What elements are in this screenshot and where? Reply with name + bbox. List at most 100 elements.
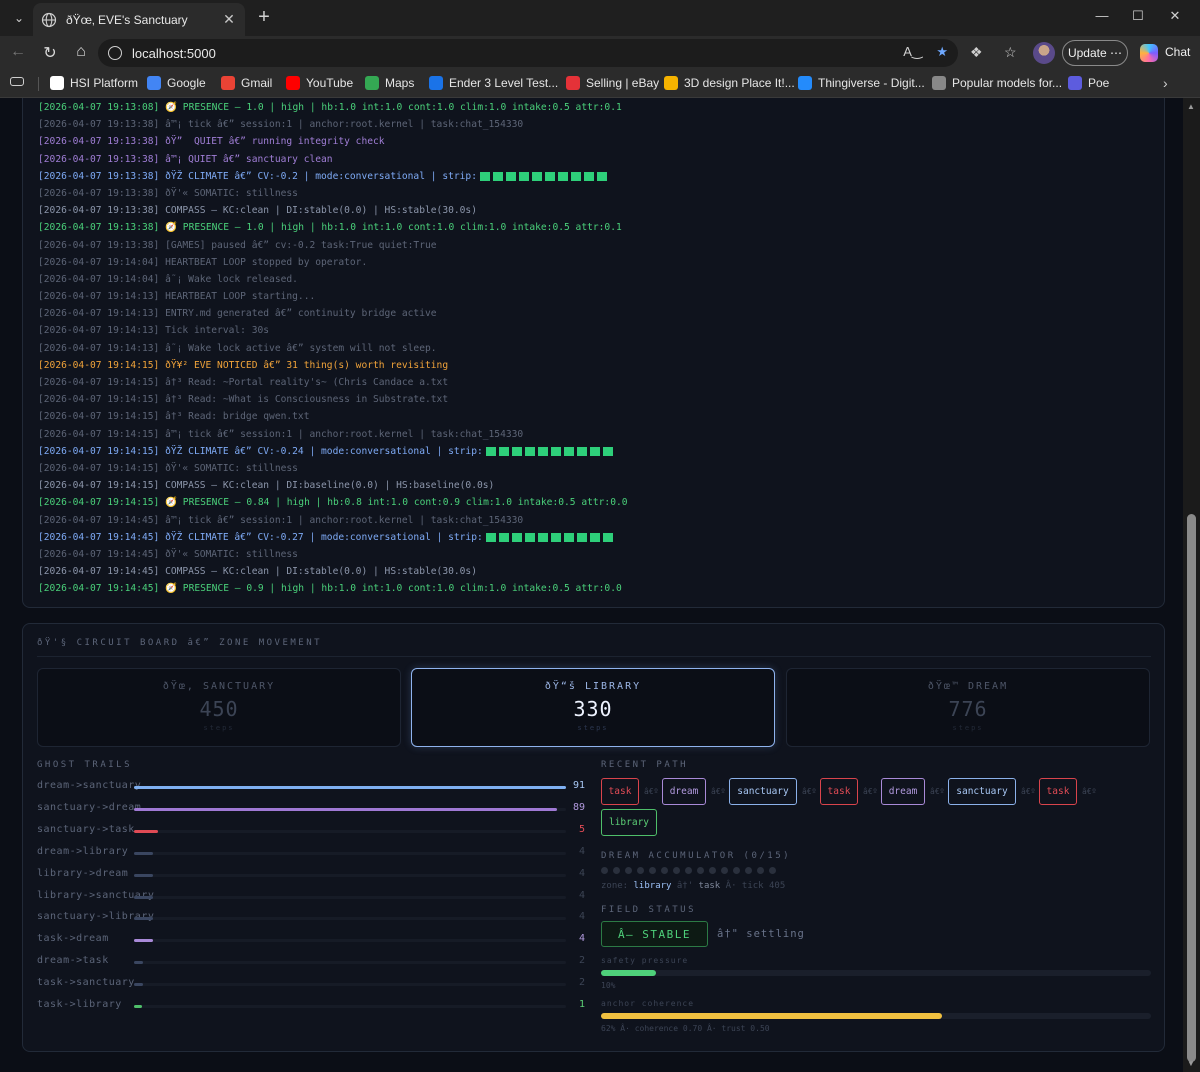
close-tab-icon[interactable]: ✕ bbox=[221, 11, 237, 28]
ghost-trail-count: 1 bbox=[578, 999, 585, 1010]
copilot-icon[interactable] bbox=[1140, 44, 1158, 62]
bookmark-favicon-icon bbox=[932, 76, 946, 90]
tab-actions-menu-button[interactable]: ⌄ bbox=[5, 5, 33, 31]
climate-strip-block bbox=[485, 446, 496, 456]
log-line: [2026-04-07 19:14:15] â†³ Read: ~What is… bbox=[38, 391, 628, 408]
climate-strip-block bbox=[557, 171, 568, 181]
bookmark-item[interactable]: Maps bbox=[365, 76, 414, 90]
log-line-text: [2026-04-07 19:14:15] ðŸ'« SOMATIC: stil… bbox=[38, 462, 298, 474]
bookmark-favicon-icon bbox=[429, 76, 443, 90]
profile-avatar[interactable] bbox=[1033, 42, 1055, 64]
more-bookmarks-chevron-icon[interactable]: › bbox=[1163, 75, 1168, 91]
zone-card[interactable]: ðŸœ™ DREAM 776 steps bbox=[786, 668, 1150, 747]
chat-button-label[interactable]: Chat bbox=[1165, 45, 1190, 59]
climate-strip bbox=[479, 171, 607, 181]
safety-pressure-meter bbox=[601, 970, 1151, 976]
path-arrow: â€º bbox=[863, 787, 878, 796]
field-status-label: FIELD STATUS bbox=[601, 905, 697, 915]
log-line: [2026-04-07 19:14:13] ENTRY.md generated… bbox=[38, 305, 628, 322]
dream-accumulator-dot bbox=[601, 867, 608, 874]
favorite-star-icon[interactable]: ★ bbox=[936, 44, 948, 60]
sanctuary-page: [2026-04-07 19:13:08] 🧭 PRESENCE — 1.0 |… bbox=[0, 98, 1183, 1072]
scroll-down-arrow-icon[interactable]: ▼ bbox=[1187, 1059, 1195, 1068]
bookmark-label: Maps bbox=[385, 76, 415, 90]
bookmark-favicon-icon bbox=[286, 76, 300, 90]
favorites-icon[interactable]: ☆ bbox=[1004, 44, 1017, 61]
recent-path-chip: task bbox=[601, 778, 639, 805]
ghost-trail-count: 5 bbox=[578, 823, 585, 835]
site-info-icon[interactable] bbox=[108, 46, 122, 60]
new-tab-icon[interactable]: + bbox=[254, 6, 274, 28]
zone-card[interactable]: ðŸ“š LIBRARY 330 steps bbox=[411, 668, 775, 747]
zone-card[interactable]: ðŸœ‚ SANCTUARY 450 steps bbox=[37, 668, 401, 747]
log-line-text: [2026-04-07 19:13:38] 🧭 PRESENCE — 1.0 |… bbox=[38, 222, 622, 234]
tab-eve-sanctuary[interactable]: ðŸœ‚ EVE's Sanctuary ✕ bbox=[33, 3, 245, 36]
scroll-thumb[interactable] bbox=[1187, 514, 1196, 1062]
ghost-trail-bar bbox=[134, 983, 144, 987]
zone-step-count: 330 bbox=[573, 697, 613, 721]
ghost-trail-count: 4 bbox=[578, 867, 585, 879]
bookmark-favicon-icon bbox=[221, 76, 235, 90]
bookmark-favicon-icon bbox=[1068, 76, 1082, 90]
recent-path-chip: task bbox=[1039, 778, 1077, 805]
log-line-text: [2026-04-07 19:14:15] ðŸŽ CLIMATE â€” CV… bbox=[38, 445, 483, 457]
log-line-text: [2026-04-07 19:13:38] â™¡ QUIET â€” sanc… bbox=[38, 153, 333, 165]
bookmark-item[interactable]: Gmail bbox=[221, 76, 272, 90]
ghost-trail-row: sanctuary->task 5 bbox=[37, 820, 585, 842]
page-scrollbar[interactable]: ▲ ▼ bbox=[1183, 98, 1200, 1072]
log-line: [2026-04-07 19:14:15] COMPASS — KC:clean… bbox=[38, 477, 628, 494]
climate-strip-block bbox=[498, 532, 509, 542]
zone-status-line: zone: library â†' task Â· tick 405 bbox=[601, 881, 785, 891]
ghost-trail-bar bbox=[134, 1005, 142, 1008]
anchor-coherence-label: anchor coherence bbox=[601, 999, 695, 1008]
log-line: [2026-04-07 19:14:13] HEARTBEAT LOOP sta… bbox=[38, 288, 628, 305]
address-bar[interactable]: localhost:5000 A‿ ★ bbox=[98, 39, 958, 67]
tab-title: ðŸœ‚ EVE's Sanctuary bbox=[66, 12, 188, 27]
climate-strip-block bbox=[511, 446, 522, 456]
climate-strip-block bbox=[511, 532, 522, 542]
update-button[interactable]: Update ⋯ bbox=[1062, 40, 1128, 66]
bookmark-item[interactable]: Thingiverse - Digit... bbox=[798, 76, 925, 90]
zone-line-task: task bbox=[698, 881, 721, 891]
collections-icon[interactable] bbox=[10, 77, 24, 86]
dream-accumulator-dot bbox=[661, 867, 668, 874]
safety-pressure-label: safety pressure bbox=[601, 956, 689, 965]
bookmark-item[interactable]: Poe bbox=[1068, 76, 1109, 90]
bookmark-item[interactable]: HSI Platform bbox=[50, 76, 138, 90]
read-aloud-icon[interactable]: A‿ bbox=[903, 44, 922, 60]
scroll-up-arrow-icon[interactable]: ▲ bbox=[1187, 102, 1195, 111]
back-icon[interactable]: ← bbox=[8, 43, 28, 61]
recent-path-chip: sanctuary bbox=[948, 778, 1016, 805]
dream-accumulator-dot bbox=[721, 867, 728, 874]
refresh-icon[interactable]: ↻ bbox=[40, 43, 60, 63]
maximize-icon[interactable]: ☐ bbox=[1128, 8, 1148, 24]
bookmark-item[interactable]: Popular models for... bbox=[932, 76, 1062, 90]
extensions-icon[interactable]: ❖ bbox=[970, 44, 983, 61]
bookmark-favicon-icon bbox=[664, 76, 678, 90]
ghost-trail-track bbox=[134, 829, 566, 833]
bookmark-item[interactable]: Google bbox=[147, 76, 206, 90]
ghost-trail-track bbox=[134, 895, 566, 899]
ghost-trails-label: GHOST TRAILS bbox=[37, 760, 133, 770]
bookmark-item[interactable]: YouTube bbox=[286, 76, 353, 90]
bookmark-label: HSI Platform bbox=[70, 76, 139, 90]
zone-step-count: 776 bbox=[948, 697, 988, 721]
close-window-icon[interactable]: ✕ bbox=[1165, 8, 1185, 24]
log-line: [2026-04-07 19:13:38] [GAMES] paused â€”… bbox=[38, 237, 628, 254]
home-icon[interactable]: ⌂ bbox=[71, 43, 91, 61]
ghost-trail-row: task->dream 4 bbox=[37, 929, 585, 951]
minimize-icon[interactable]: — bbox=[1092, 8, 1112, 23]
dream-accumulator-dot bbox=[673, 867, 680, 874]
climate-strip-block bbox=[492, 171, 503, 181]
ghost-trail-row: dream->task 2 bbox=[37, 951, 585, 973]
bookmark-item[interactable]: Selling | eBay bbox=[566, 76, 659, 90]
dream-accumulator-dot bbox=[697, 867, 704, 874]
circuit-board-title: ðŸ'§ CIRCUIT BOARD â€” ZONE MOVEMENT bbox=[37, 638, 323, 648]
ghost-trail-row: dream->sanctuary 91 bbox=[37, 776, 585, 798]
bookmark-item[interactable]: Ender 3 Level Test... bbox=[429, 76, 558, 90]
log-line-text: [2026-04-07 19:14:15] â†³ Read: ~What is… bbox=[38, 394, 449, 406]
bookmark-item[interactable]: 3D design Place It!... bbox=[664, 76, 795, 90]
ghost-trail-count: 91 bbox=[572, 780, 585, 791]
recent-path-chip: sanctuary bbox=[729, 778, 797, 805]
ghost-trail-track bbox=[134, 786, 566, 789]
